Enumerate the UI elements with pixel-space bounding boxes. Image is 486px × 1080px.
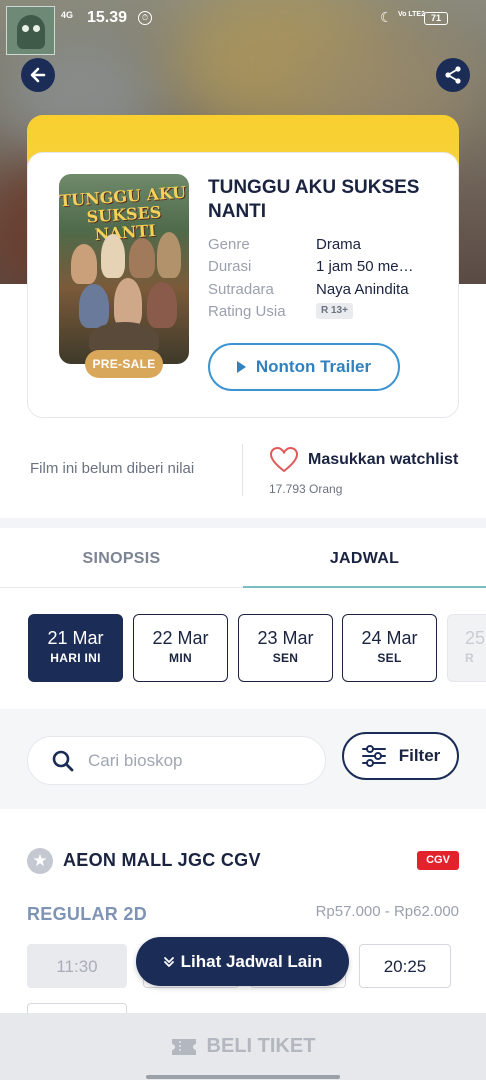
tab-sinopsis[interactable]: SINOPSIS [0, 530, 243, 588]
search-placeholder: Cari bioskop [88, 751, 183, 770]
movie-title: TUNGGU AKU SUKSES NANTI [208, 177, 420, 222]
view-more-schedule-button[interactable]: Lihat Jadwal Lain [136, 937, 349, 986]
status-bar: 4G 15.39 ⏱ ☾ Vo LTE2 71 [0, 0, 486, 55]
date-weekday: SEL [377, 651, 402, 665]
divider [242, 444, 243, 496]
date-day: 25 [465, 628, 486, 648]
date-weekday: SEN [272, 651, 299, 665]
buy-ticket-bar: BELI TIKET [0, 1013, 486, 1080]
view-more-label: Lihat Jadwal Lain [180, 951, 323, 971]
no-rating-text: Film ini belum diberi nilai [30, 460, 195, 477]
heart-icon[interactable] [269, 446, 299, 474]
buy-ticket-button[interactable]: BELI TIKET [0, 1035, 486, 1058]
back-button[interactable] [21, 58, 55, 92]
watchlist-count: 17.793 Orang [269, 482, 343, 496]
favorite-star-icon[interactable]: ★ [27, 848, 53, 874]
network-indicator: 4G [61, 10, 74, 20]
presale-badge: PRE-SALE [85, 350, 163, 378]
screening-format: REGULAR 2D [27, 904, 148, 924]
price-range: Rp57.000 - Rp62.000 [315, 903, 459, 920]
showtime-slot: 11:30 [27, 944, 127, 988]
info-label-genre: Genre [208, 236, 250, 253]
date-weekday: MIN [169, 651, 192, 665]
cinema-brand-badge: CGV [417, 851, 459, 870]
search-icon [52, 750, 74, 772]
date-item-24-mar[interactable]: 24 Mar SEL [342, 614, 437, 682]
movie-poster[interactable]: TUNGGU AKU SUKSES NANTI [59, 174, 189, 364]
status-time: 15.39 [87, 9, 128, 26]
date-item-21-mar[interactable]: 21 Mar HARI INI [28, 614, 123, 682]
info-label-director: Sutradara [208, 281, 274, 298]
double-chevron-down-icon [163, 956, 174, 967]
battery-icon: 71 [424, 12, 448, 25]
share-icon [445, 66, 461, 84]
date-item-25-mar[interactable]: 25 R [447, 614, 486, 682]
lte-indicator: Vo LTE2 [398, 11, 425, 18]
avatar [6, 6, 55, 55]
date-weekday: R [465, 651, 474, 665]
add-watchlist-button[interactable]: Masukkan watchlist [308, 451, 458, 469]
date-item-22-mar[interactable]: 22 Mar MIN [133, 614, 228, 682]
buy-ticket-label: BELI TIKET [206, 1035, 316, 1057]
home-indicator [146, 1075, 340, 1079]
info-value-genre: Drama [316, 236, 362, 253]
date-weekday: HARI INI [50, 651, 101, 665]
cinema-name: AEON MALL JGC CGV [63, 850, 261, 870]
age-rating-badge: R 13+ [316, 303, 353, 319]
date-day: 23 Mar [257, 628, 314, 648]
date-day: 21 Mar [47, 628, 104, 648]
filter-label: Filter [398, 746, 441, 765]
share-button[interactable] [436, 58, 470, 92]
ticket-icon [171, 1038, 196, 1055]
section-separator [0, 518, 486, 528]
filter-button[interactable]: Filter [342, 732, 459, 780]
date-day: 22 Mar [152, 628, 209, 648]
watch-trailer-button[interactable]: Nonton Trailer [208, 343, 400, 391]
showtime-slot[interactable]: 20:25 [359, 944, 451, 988]
date-item-23-mar[interactable]: 23 Mar SEN [238, 614, 333, 682]
info-label-age-rating: Rating Usia [208, 303, 286, 320]
arrow-left-icon [30, 67, 46, 83]
tab-bar: SINOPSIS JADWAL [0, 530, 486, 588]
sliders-icon [361, 745, 386, 767]
play-icon [236, 361, 246, 373]
date-day: 24 Mar [361, 628, 418, 648]
tab-jadwal[interactable]: JADWAL [243, 530, 486, 588]
moon-icon: ☾ [380, 9, 393, 25]
cinema-search-input[interactable]: Cari bioskop [27, 736, 326, 785]
trailer-label: Nonton Trailer [255, 357, 372, 376]
info-label-duration: Durasi [208, 258, 252, 275]
info-value-director: Naya Anindita [316, 281, 409, 298]
alarm-icon: ⏱ [138, 11, 152, 25]
info-value-duration: 1 jam 50 me… [316, 258, 414, 275]
